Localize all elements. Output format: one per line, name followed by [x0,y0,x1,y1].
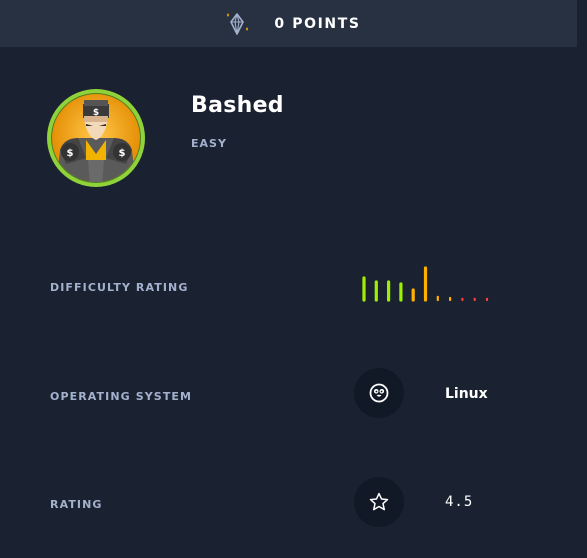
operating-system-label: OPERATING SYSTEM [50,390,193,403]
header-edge [577,0,587,47]
os-icon-button [354,368,404,418]
rating-icon-button [354,477,404,527]
points-label: 0 POINTS [274,15,361,32]
svg-text:$: $ [119,148,126,159]
machine-difficulty: EASY [191,137,227,150]
crystal-diamond-icon [227,12,249,35]
points-group: 0 POINTS [222,9,360,39]
difficulty-chart [359,258,489,308]
machine-avatar[interactable]: $ $ $ [46,88,146,188]
ninja-avatar-icon: $ $ $ [47,89,145,187]
points-header: 0 POINTS [0,0,577,47]
difficulty-bars [362,266,489,302]
os-value: Linux [445,386,488,402]
svg-text:$: $ [93,108,99,118]
rating-value: 4.5 [445,494,474,510]
rating-label: RATING [50,498,103,511]
svg-text:$: $ [67,148,74,159]
linux-penguin-icon [369,383,389,403]
star-icon [369,492,389,511]
machine-name: Bashed [191,93,284,118]
difficulty-rating-label: DIFFICULTY RATING [50,281,189,294]
